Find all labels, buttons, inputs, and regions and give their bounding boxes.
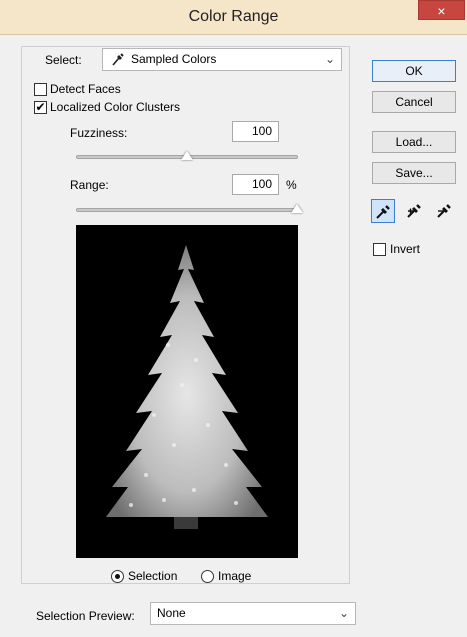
select-dropdown[interactable]: Sampled Colors ⌄ [102,48,342,71]
fuzziness-input[interactable]: 100 [232,121,279,142]
eyedropper-add-tool[interactable] [403,199,427,223]
range-label: Range: [70,178,109,192]
eyedropper-icon [372,205,394,225]
image-radio[interactable] [201,570,214,583]
select-value: Sampled Colors [131,52,217,66]
save-button[interactable]: Save... [372,162,456,184]
invert-checkbox[interactable] [373,243,386,256]
cancel-button[interactable]: Cancel [372,91,456,113]
chevron-down-icon: ⌄ [324,52,335,66]
close-button[interactable]: × [418,0,465,20]
detect-faces-label: Detect Faces [50,82,121,96]
select-label: Select: [45,53,82,67]
invert-label: Invert [390,242,421,256]
eyedropper-plus-icon [403,204,425,224]
ok-button[interactable]: OK [372,60,456,82]
range-slider-track[interactable] [76,208,298,212]
selection-radio[interactable] [111,570,124,583]
range-slider-thumb[interactable] [291,204,303,213]
selection-preview-dropdown[interactable]: None ⌄ [150,602,356,625]
localized-color-clusters-label: Localized Color Clusters [50,100,181,114]
eyedropper-subtract-tool[interactable] [433,199,457,223]
range-input[interactable]: 100 [232,174,279,195]
load-button[interactable]: Load... [372,131,456,153]
image-radio-label: Image [218,569,252,583]
selection-preview-image [76,225,298,558]
detect-faces-checkbox[interactable] [34,83,47,96]
window-title: Color Range [188,8,279,25]
localized-color-clusters-checkbox[interactable]: ✔ [34,101,47,114]
eyedropper-minus-icon [433,204,455,224]
eyedropper-tool[interactable] [371,199,395,223]
fuzziness-label: Fuzziness: [70,126,128,140]
selection-radio-label: Selection [128,569,178,583]
range-unit: % [286,178,297,192]
selection-preview-value: None [157,606,186,620]
eyedropper-icon [111,51,125,70]
chevron-down-icon: ⌄ [338,606,349,620]
selection-preview-label: Selection Preview: [36,609,135,623]
title-bar: Color Range × [0,0,467,35]
fuzziness-slider-thumb[interactable] [181,151,193,160]
